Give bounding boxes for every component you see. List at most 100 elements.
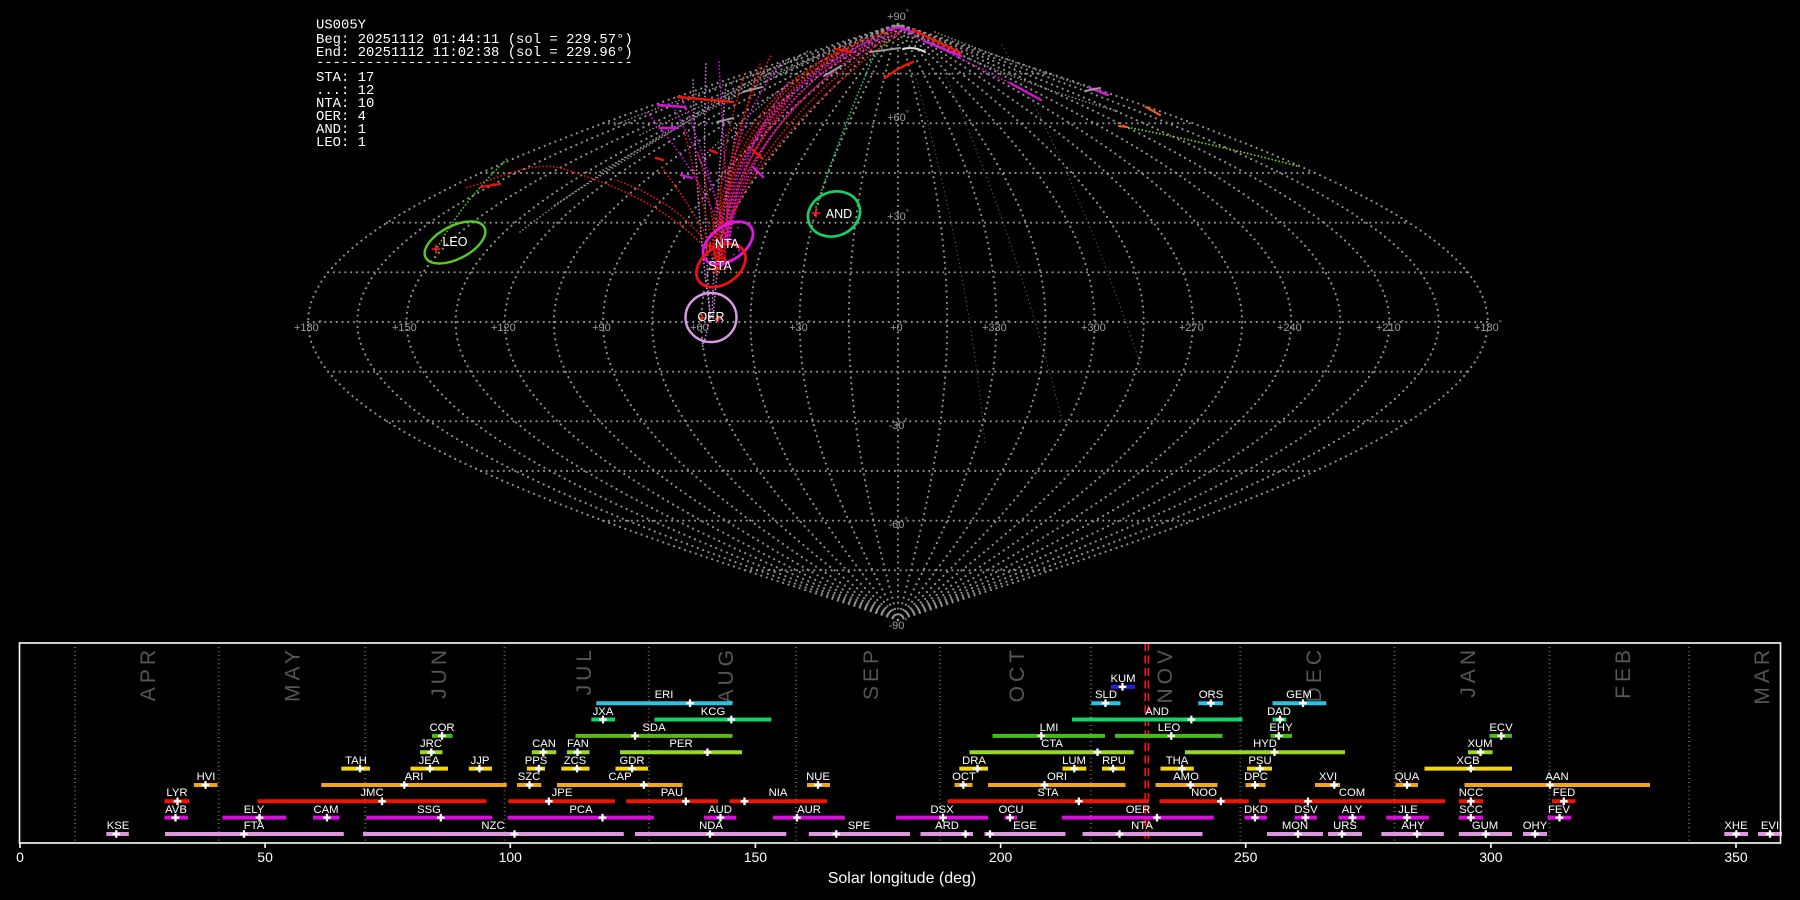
svg-text:XVI: XVI — [1319, 771, 1337, 783]
svg-text:AUD: AUD — [708, 804, 732, 816]
svg-text:NUE: NUE — [806, 771, 830, 783]
svg-text:DPC: DPC — [1244, 771, 1268, 783]
svg-text:RPU: RPU — [1102, 755, 1126, 767]
svg-text:ARI: ARI — [405, 771, 424, 783]
svg-text:NTA: NTA — [715, 237, 740, 251]
svg-text:EVI: EVI — [1761, 820, 1779, 832]
svg-text:+30°: +30° — [887, 208, 909, 223]
svg-text:MAY: MAY — [282, 646, 305, 702]
svg-text:ELY: ELY — [244, 804, 265, 816]
svg-text:AND: AND — [1145, 706, 1169, 718]
svg-text:+180°: +180° — [294, 319, 322, 334]
svg-text:JJP: JJP — [471, 755, 490, 767]
svg-text:FEV: FEV — [1548, 804, 1570, 816]
svg-text:KUM: KUM — [1110, 673, 1135, 685]
svg-text:NOV: NOV — [1154, 646, 1177, 704]
svg-text:OER: OER — [697, 310, 724, 324]
svg-text:ZCS: ZCS — [564, 755, 587, 767]
svg-text:OCU: OCU — [998, 804, 1023, 816]
svg-text:FTA: FTA — [244, 820, 265, 832]
svg-text:FAN: FAN — [567, 738, 589, 750]
svg-text:NZC: NZC — [481, 820, 504, 832]
svg-text:DRA: DRA — [962, 755, 986, 767]
svg-text:+60°: +60° — [887, 109, 909, 124]
svg-text:ARD: ARD — [935, 820, 959, 832]
svg-text:GUM: GUM — [1472, 820, 1498, 832]
svg-text:AND: AND — [826, 207, 852, 221]
svg-text:SCC: SCC — [1459, 804, 1483, 816]
svg-text:HYD: HYD — [1253, 738, 1277, 750]
svg-text:APR: APR — [137, 646, 160, 701]
svg-text:300: 300 — [1479, 849, 1503, 865]
svg-text:AVB: AVB — [165, 804, 187, 816]
svg-text:COM: COM — [1339, 787, 1365, 799]
svg-text:OHY: OHY — [1523, 820, 1548, 832]
svg-text:JXA: JXA — [593, 706, 614, 718]
svg-text:NCC: NCC — [1459, 787, 1483, 799]
svg-text:JMC: JMC — [360, 787, 383, 799]
svg-text:EHY: EHY — [1269, 722, 1293, 734]
svg-text:LUM: LUM — [1062, 755, 1086, 767]
svg-text:DSV: DSV — [1294, 804, 1318, 816]
svg-text:PCA: PCA — [569, 804, 593, 816]
svg-text:SSG: SSG — [417, 804, 441, 816]
svg-text:URS: URS — [1333, 820, 1357, 832]
svg-text:CAP: CAP — [608, 771, 631, 783]
svg-text:250: 250 — [1234, 849, 1258, 865]
svg-text:KSE: KSE — [107, 820, 130, 832]
svg-text:+210°: +210° — [1376, 319, 1404, 334]
svg-text:NIA: NIA — [769, 787, 788, 799]
svg-text:STA: STA — [708, 259, 732, 273]
svg-text:STA: STA — [1037, 787, 1059, 799]
svg-text:MAR: MAR — [1751, 646, 1774, 705]
svg-text:Solar longitude (deg): Solar longitude (deg) — [828, 870, 977, 887]
svg-text:FEB: FEB — [1612, 646, 1635, 699]
svg-text:XHE: XHE — [1724, 820, 1748, 832]
svg-text:SLD: SLD — [1095, 689, 1117, 701]
svg-text:LEO: 1: LEO: 1 — [316, 135, 366, 151]
svg-text:+180°: +180° — [1474, 319, 1502, 334]
svg-text:THA: THA — [1166, 755, 1189, 767]
svg-text:200: 200 — [989, 849, 1013, 865]
svg-text:AMO: AMO — [1173, 771, 1199, 783]
svg-text:SPE: SPE — [848, 820, 871, 832]
svg-text:JEA: JEA — [419, 755, 440, 767]
svg-text:+150°: +150° — [392, 319, 420, 334]
svg-text:LEO: LEO — [1158, 722, 1181, 734]
svg-text:OER: OER — [1126, 804, 1150, 816]
svg-text:+330°: +330° — [982, 319, 1010, 334]
svg-text:ECV: ECV — [1489, 722, 1513, 734]
svg-text:50: 50 — [257, 849, 273, 865]
svg-text:GDR: GDR — [619, 755, 644, 767]
svg-text:OCT: OCT — [952, 771, 976, 783]
svg-text:HVI: HVI — [197, 771, 216, 783]
svg-text:JUN: JUN — [428, 646, 451, 699]
svg-text:AHY: AHY — [1401, 820, 1425, 832]
svg-text:CAM: CAM — [313, 804, 338, 816]
svg-text:350: 350 — [1724, 849, 1748, 865]
svg-text:MON: MON — [1282, 820, 1308, 832]
svg-text:+90°: +90° — [592, 319, 614, 334]
svg-text:LEO: LEO — [442, 235, 467, 249]
svg-text:JRC: JRC — [420, 738, 442, 750]
svg-text:LMI: LMI — [1040, 722, 1059, 734]
svg-text:+30°: +30° — [789, 319, 811, 334]
svg-text:OCT: OCT — [1006, 646, 1029, 702]
svg-text:FED: FED — [1553, 787, 1576, 799]
svg-text:XUM: XUM — [1467, 738, 1492, 750]
svg-text:SZC: SZC — [518, 771, 541, 783]
svg-text:GEM: GEM — [1286, 689, 1312, 701]
svg-text:NDA: NDA — [699, 820, 723, 832]
svg-text:AAN: AAN — [1545, 771, 1568, 783]
svg-text:AUG: AUG — [715, 646, 738, 704]
svg-text:+300°: +300° — [1081, 319, 1109, 334]
svg-text:KCG: KCG — [701, 706, 725, 718]
svg-text:------------------------------: -------------------------------------- — [316, 55, 633, 71]
svg-text:CAN: CAN — [532, 738, 556, 750]
svg-text:ERI: ERI — [655, 689, 674, 701]
svg-text:+240°: +240° — [1277, 319, 1305, 334]
svg-text:COR: COR — [429, 722, 454, 734]
svg-text:PER: PER — [669, 738, 692, 750]
svg-text:+270°: +270° — [1179, 319, 1207, 334]
svg-text:0: 0 — [16, 849, 24, 865]
